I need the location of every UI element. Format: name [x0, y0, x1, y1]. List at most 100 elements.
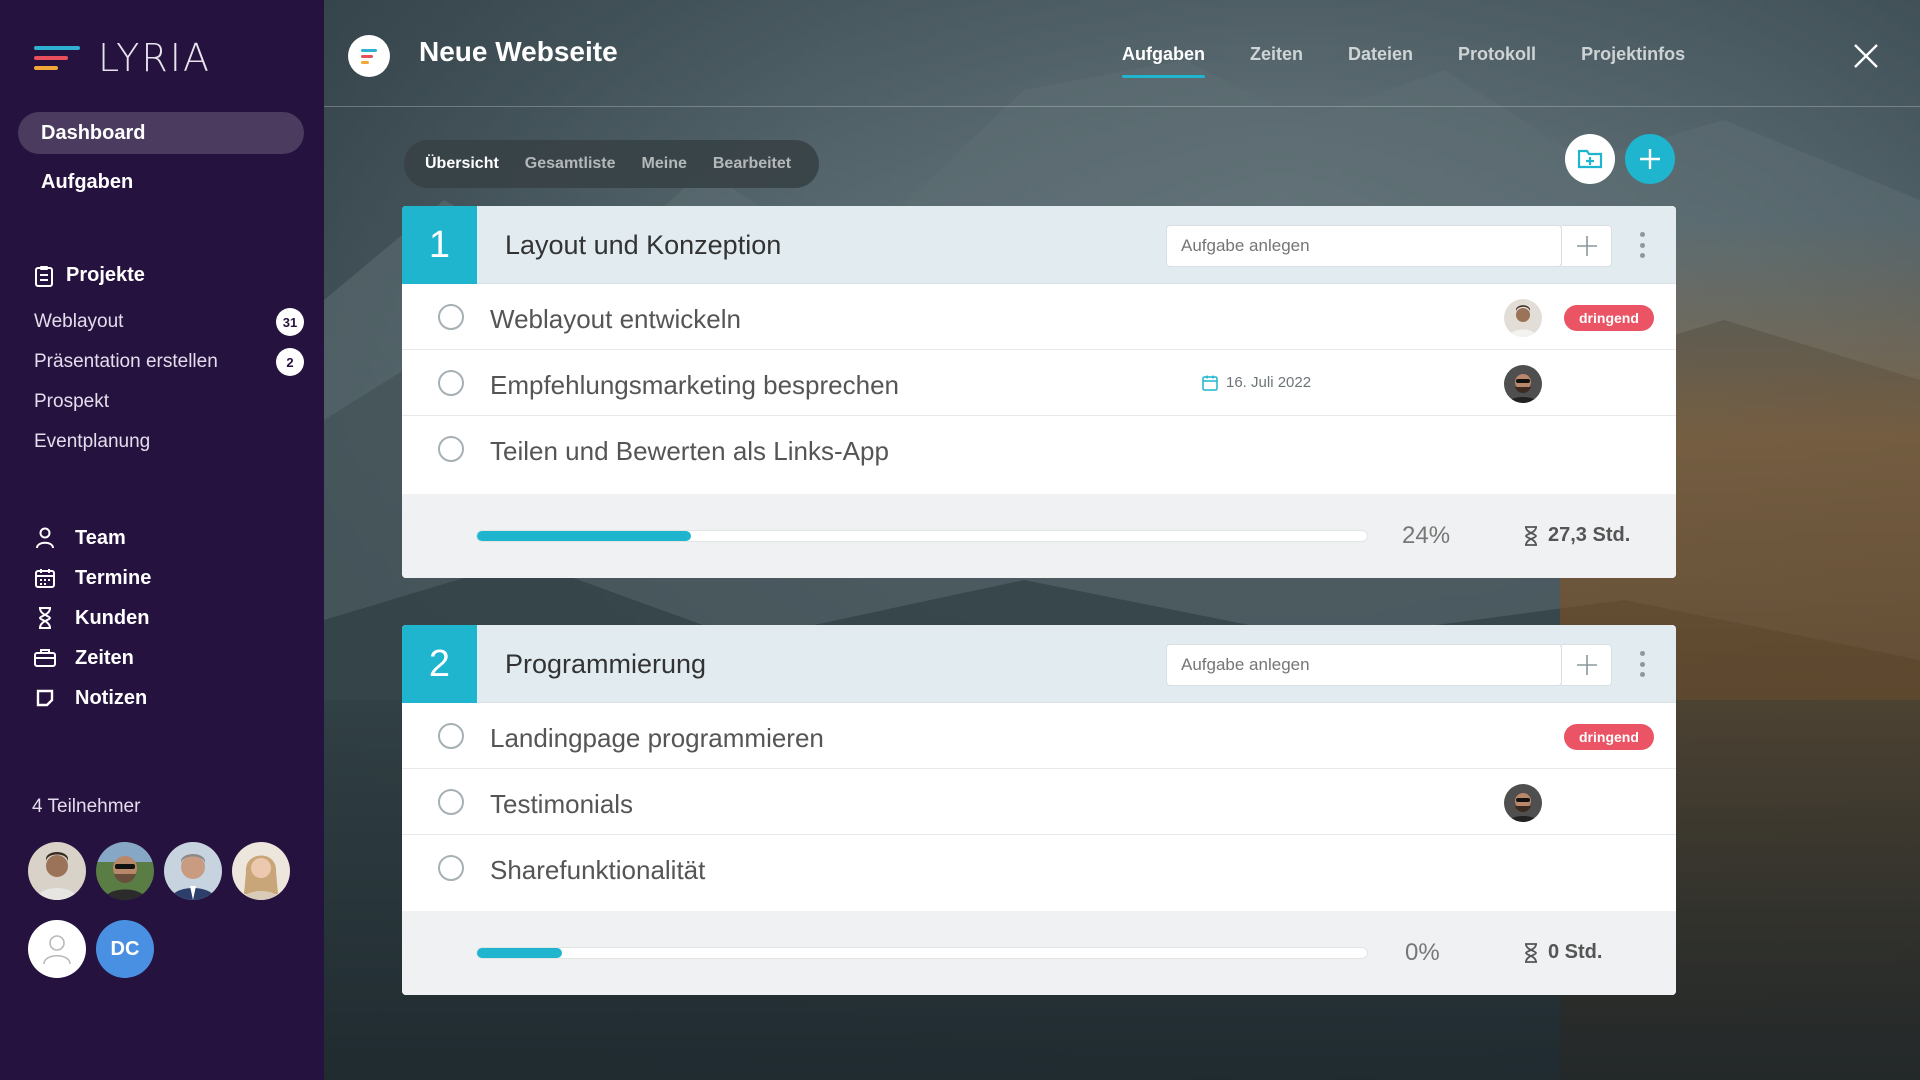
more-options-icon[interactable] — [1638, 232, 1646, 258]
task-name[interactable]: Landingpage programmieren — [490, 723, 824, 754]
hourglass-icon — [34, 607, 56, 629]
progress-bar — [476, 947, 1368, 959]
project-list: Weblayout 31 Präsentation erstellen 2 Pr… — [34, 302, 304, 462]
add-task-input[interactable] — [1166, 225, 1562, 267]
task-due-date-label: 16. Juli 2022 — [1226, 374, 1312, 391]
sidebar-item-team[interactable]: Team — [34, 518, 151, 558]
header-divider — [324, 106, 1920, 107]
filter-bearbeitet[interactable]: Bearbeitet — [713, 155, 791, 173]
add-list-button[interactable] — [1565, 134, 1615, 184]
task-row[interactable]: Empfehlungsmarketing besprechen 16. Juli… — [402, 350, 1676, 416]
sidebar-item-dashboard[interactable]: Dashboard — [18, 112, 304, 154]
task-assignee-avatar[interactable] — [1504, 365, 1542, 403]
task-list-header: 2 Programmierung — [402, 625, 1676, 703]
sidebar-item-kunden[interactable]: Kunden — [34, 598, 151, 638]
task-list-card: 2 Programmierung Landingpage programmier… — [402, 625, 1676, 995]
secondary-nav: Team Termine Kunden Zeiten Notizen — [34, 518, 151, 718]
projects-heading[interactable]: Projekte — [34, 264, 145, 287]
sidebar-project-eventplanung[interactable]: Eventplanung — [34, 422, 304, 462]
tab-projektinfos[interactable]: Projektinfos — [1581, 44, 1685, 65]
sidebar-project-praesentation[interactable]: Präsentation erstellen 2 — [34, 342, 304, 382]
participant-avatar[interactable] — [96, 842, 154, 900]
sidebar-item-label: Termine — [75, 566, 152, 589]
participant-avatar[interactable] — [28, 842, 86, 900]
sidebar-item-termine[interactable]: Termine — [34, 558, 151, 598]
sidebar-item-label: Notizen — [75, 686, 148, 709]
tab-protokoll[interactable]: Protokoll — [1458, 44, 1536, 65]
task-row[interactable]: Testimonials — [402, 769, 1676, 835]
logged-hours-label: 0 Std. — [1548, 941, 1603, 963]
participant-avatar-placeholder[interactable] — [28, 920, 86, 978]
task-list-title[interactable]: Layout und Konzeption — [505, 230, 781, 261]
task-list-title[interactable]: Programmierung — [505, 649, 706, 680]
urgent-badge: dringend — [1564, 305, 1654, 331]
add-task-submit-button[interactable] — [1562, 225, 1612, 267]
sidebar-item-zeiten[interactable]: Zeiten — [34, 638, 151, 678]
task-row[interactable]: Landingpage programmieren dringend — [402, 703, 1676, 769]
task-checkbox[interactable] — [438, 304, 464, 330]
task-name[interactable]: Weblayout entwickeln — [490, 304, 741, 335]
lyria-logo-icon — [34, 42, 80, 74]
sidebar-item-aufgaben[interactable]: Aufgaben — [18, 161, 304, 203]
add-folder-icon — [1577, 149, 1603, 169]
project-logo-icon — [348, 35, 390, 77]
task-row[interactable]: Weblayout entwickeln dringend — [402, 284, 1676, 350]
logged-hours: 27,3 Std. — [1524, 524, 1630, 547]
filter-gesamtliste[interactable]: Gesamtliste — [525, 155, 616, 173]
hourglass-icon — [1525, 942, 1537, 963]
hourglass-icon — [1525, 525, 1537, 546]
task-due-date: 16. Juli 2022 — [1202, 374, 1311, 391]
clipboard-icon — [35, 265, 53, 287]
add-task-input[interactable] — [1166, 644, 1562, 686]
brand[interactable]: LYRIA — [34, 36, 211, 80]
filter-meine[interactable]: Meine — [642, 155, 687, 173]
close-icon[interactable] — [1852, 42, 1880, 70]
tab-dateien[interactable]: Dateien — [1348, 44, 1413, 65]
sidebar-item-notizen[interactable]: Notizen — [34, 678, 151, 718]
task-name[interactable]: Sharefunktionalität — [490, 855, 705, 886]
progress-percent: 0% — [1405, 939, 1440, 966]
brand-name: LYRIA — [98, 36, 211, 80]
task-assignee-avatar[interactable] — [1504, 299, 1542, 337]
sidebar-project-prospekt[interactable]: Prospekt — [34, 382, 304, 422]
project-label: Eventplanung — [34, 431, 151, 452]
user-placeholder-icon — [43, 935, 71, 965]
task-row[interactable]: Sharefunktionalität — [402, 835, 1676, 901]
task-list-header: 1 Layout und Konzeption — [402, 206, 1676, 284]
sidebar: LYRIA Dashboard Aufgaben Projekte Weblay… — [0, 0, 324, 1080]
task-name[interactable]: Empfehlungsmarketing besprechen — [490, 370, 899, 401]
tab-zeiten[interactable]: Zeiten — [1250, 44, 1303, 65]
sidebar-project-weblayout[interactable]: Weblayout 31 — [34, 302, 304, 342]
task-name[interactable]: Teilen und Bewerten als Links-App — [490, 436, 889, 467]
task-row[interactable]: Teilen und Bewerten als Links-App — [402, 416, 1676, 482]
project-tabs: Aufgaben Zeiten Dateien Protokoll Projek… — [1122, 44, 1730, 78]
calendar-icon — [34, 567, 56, 589]
participant-avatar[interactable] — [232, 842, 290, 900]
participant-avatar[interactable] — [164, 842, 222, 900]
add-task-submit-button[interactable] — [1562, 644, 1612, 686]
task-checkbox[interactable] — [438, 855, 464, 881]
task-assignee-avatar[interactable] — [1504, 784, 1542, 822]
project-title: Neue Webseite — [419, 36, 618, 67]
task-checkbox[interactable] — [438, 789, 464, 815]
add-task-button[interactable] — [1625, 134, 1675, 184]
user-icon — [34, 527, 56, 549]
sidebar-item-label: Team — [75, 526, 126, 549]
task-list-footer: 24% 27,3 Std. — [402, 494, 1676, 578]
progress-fill — [477, 948, 563, 958]
task-list-number: 2 — [402, 625, 477, 703]
progress-fill — [477, 531, 691, 541]
view-filter: Übersicht Gesamtliste Meine Bearbeitet — [404, 140, 820, 188]
tab-aufgaben[interactable]: Aufgaben — [1122, 44, 1205, 78]
project-label: Präsentation erstellen — [34, 351, 218, 372]
plus-icon — [1576, 236, 1597, 256]
task-name[interactable]: Testimonials — [490, 789, 633, 820]
note-icon — [34, 687, 56, 709]
task-checkbox[interactable] — [438, 370, 464, 396]
task-list-footer: 0% 0 Std. — [402, 911, 1676, 995]
filter-uebersicht[interactable]: Übersicht — [425, 155, 499, 173]
task-checkbox[interactable] — [438, 436, 464, 462]
task-checkbox[interactable] — [438, 723, 464, 749]
participant-avatar-initials[interactable]: DC — [96, 920, 154, 978]
more-options-icon[interactable] — [1638, 651, 1646, 677]
